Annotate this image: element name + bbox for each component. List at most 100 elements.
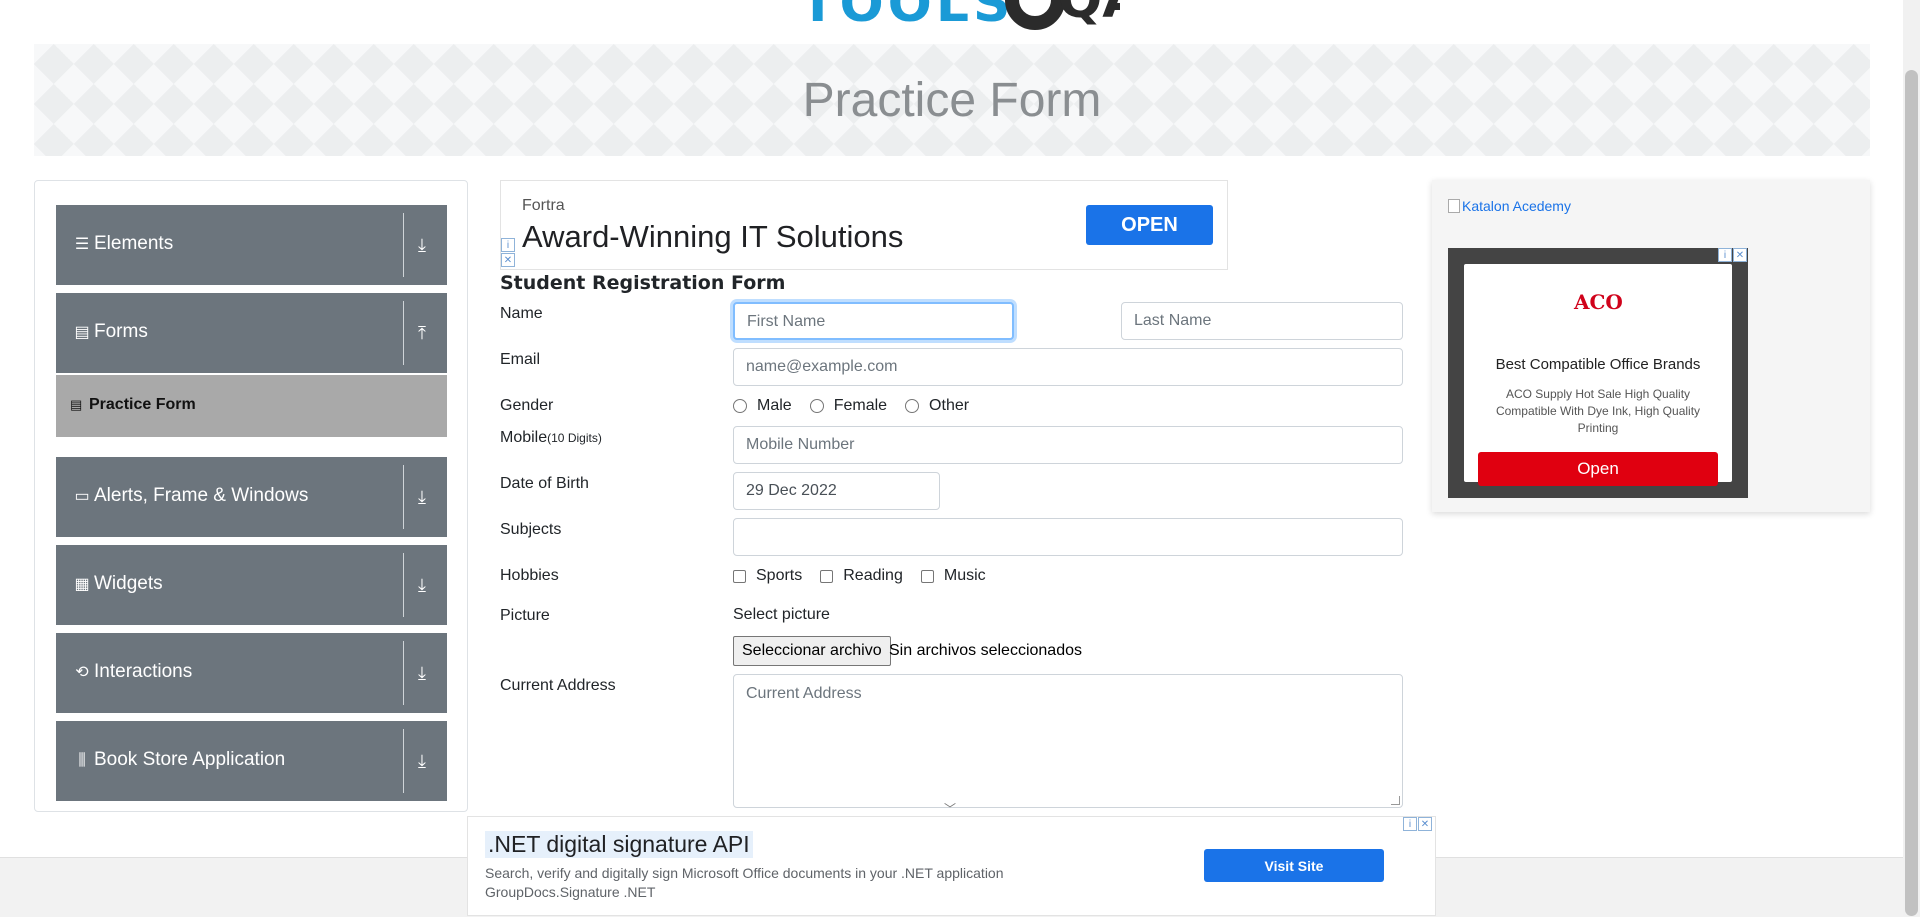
sidebar-group-widgets[interactable]: ▦ Widgets ⤓ [56,545,447,625]
ad-banner-top[interactable]: Fortra Award-Winning IT Solutions OPEN i… [500,180,1228,270]
download-arrow-icon: ⤓ [418,751,426,771]
ad-sidebar-right: Katalon Acedemy i ✕ ACO Best Compatible … [1432,180,1870,512]
ad-card-description: ACO Supply Hot Sale High Quality Compati… [1495,387,1701,435]
download-arrow-icon: ⤓ [418,487,426,507]
form-title: Student Registration Form [500,272,786,294]
checkbox[interactable] [920,569,934,583]
gender-option-other[interactable]: Other [905,397,969,415]
upload-arrow-icon: ⤒ [418,323,426,343]
mobile-label-text: Mobile [500,429,548,446]
sidebar-group-interactions[interactable]: ⟲ Interactions ⤓ [56,633,447,713]
sidebar-group-alerts[interactable]: ▭ Alerts, Frame & Windows ⤓ [56,457,447,537]
document-icon: ▤ [74,324,90,341]
hamburger-icon: ☰ [74,236,90,253]
visit-site-button[interactable]: Visit Site [1204,849,1384,882]
sidebar-group-elements[interactable]: ☰ Elements ⤓ [56,205,447,285]
ad-open-button[interactable]: Open [1478,452,1718,486]
logo-tools-mark: TOOLS [800,0,1015,34]
divider [403,729,404,793]
ad-advertiser: Fortra [522,197,565,214]
radio-label[interactable]: Other [929,397,969,415]
mobile-label: Mobile(10 Digits) [500,429,602,447]
sidebar-group-label: Elements [94,233,174,254]
checkbox[interactable] [733,569,746,583]
radio-button[interactable] [733,399,747,413]
divider [403,641,404,705]
vertical-scrollbar[interactable] [1903,0,1920,916]
adchoices-info-icon[interactable]: i [1403,817,1417,831]
sidebar-group-bookstore[interactable]: ⫼ Book Store Application ⤓ [56,721,447,801]
ad-open-button[interactable]: OPEN [1086,205,1213,245]
first-name-input[interactable]: First Name [733,302,1014,340]
aco-logo: ACO [1574,290,1623,314]
current-address-textarea[interactable]: Current Address [733,674,1403,808]
ad-card[interactable]: ACO Best Compatible Office Brands ACO Su… [1464,264,1732,486]
ad-close-icon[interactable]: ✕ [1733,248,1747,262]
sidebar-group-label: Interactions [94,661,193,682]
chevron-down-icon: ﹀ [944,802,957,816]
sidebar-group-forms[interactable]: ▤ Forms ⤒ [56,293,447,373]
gender-option-female[interactable]: Female [809,397,887,415]
subjects-input[interactable] [733,518,1403,556]
email-input[interactable]: name@example.com [733,348,1403,386]
mobile-input[interactable]: Mobile Number [733,426,1403,464]
page-title: Practice Form [802,73,1102,127]
sidebar-group-label: Alerts, Frame & Windows [94,485,309,506]
hobbies-checkbox-group: Sports Reading Music [733,567,1004,585]
name-label: Name [500,305,543,322]
sidebar-group-label: Forms [94,321,148,342]
sidebar: ☰ Elements ⤓ ▤ Forms ⤒ ▤ Practice Form ▭… [34,180,468,812]
dob-label: Date of Birth [500,475,589,492]
gender-option-male[interactable]: Male [733,397,792,415]
picture-label: Picture [500,607,550,624]
hobby-option-sports[interactable]: Sports [733,567,802,585]
toolsqa-logo[interactable]: TOOLS QA [790,0,1120,36]
radio-button[interactable] [905,399,920,413]
radio-label[interactable]: Male [757,397,792,415]
file-status-text: Sin archivos seleccionados [889,642,1082,659]
katalon-academy-link[interactable]: Katalon Acedemy [1448,198,1571,214]
address-label: Current Address [500,677,616,694]
scrollbar-thumb[interactable] [1905,70,1918,916]
checkbox-label[interactable]: Music [944,567,986,585]
sidebar-item-label: Practice Form [89,396,196,413]
ad-card-title: Best Compatible Office Brands [1495,356,1701,373]
ad-banner-bottom[interactable]: i ✕ .NET digital signature API Search, v… [467,816,1436,916]
hobby-option-reading[interactable]: Reading [820,567,903,585]
checkbox[interactable] [820,569,834,583]
textarea-placeholder: Current Address [746,685,862,702]
ad-headline[interactable]: Award-Winning IT Solutions [522,219,903,255]
date-of-birth-input[interactable]: 29 Dec 2022 [733,472,940,510]
email-label: Email [500,351,541,368]
ad-close-icon[interactable]: ✕ [501,253,515,267]
radio-button[interactable] [809,399,824,413]
checkbox-label[interactable]: Sports [756,567,802,585]
adchoices-info-icon[interactable]: i [1718,248,1732,262]
checkbox-label[interactable]: Reading [843,567,903,585]
sidebar-item-practice-form[interactable]: ▤ Practice Form [56,375,447,437]
choose-file-button[interactable]: Seleccionar archivo [733,636,891,666]
widgets-icon: ▦ [74,576,90,593]
download-arrow-icon: ⤓ [418,235,426,255]
radio-label[interactable]: Female [834,397,887,415]
page-banner: Practice Form [34,44,1870,156]
katalon-link-text[interactable]: Katalon Acedemy [1462,198,1571,214]
divider [403,213,404,277]
sidebar-group-label: Widgets [94,573,163,594]
ad-headline[interactable]: .NET digital signature API [485,831,753,858]
broken-image-icon [1448,199,1460,213]
logo-qa-mark: QA [1058,0,1120,30]
gender-label: Gender [500,397,554,414]
adchoices-info-icon[interactable]: i [501,238,515,252]
divider [403,465,404,529]
download-arrow-icon: ⤓ [418,575,426,595]
refresh-icon: ⟲ [75,664,89,681]
books-icon: ⫼ [78,752,86,769]
resize-handle[interactable] [1391,796,1400,805]
last-name-input[interactable]: Last Name [1121,302,1403,340]
subjects-label: Subjects [500,521,562,538]
ad-aco[interactable]: i ✕ ACO Best Compatible Office Brands AC… [1448,248,1748,498]
hobby-option-music[interactable]: Music [920,567,986,585]
ad-close-icon[interactable]: ✕ [1418,817,1432,831]
divider [403,301,404,365]
